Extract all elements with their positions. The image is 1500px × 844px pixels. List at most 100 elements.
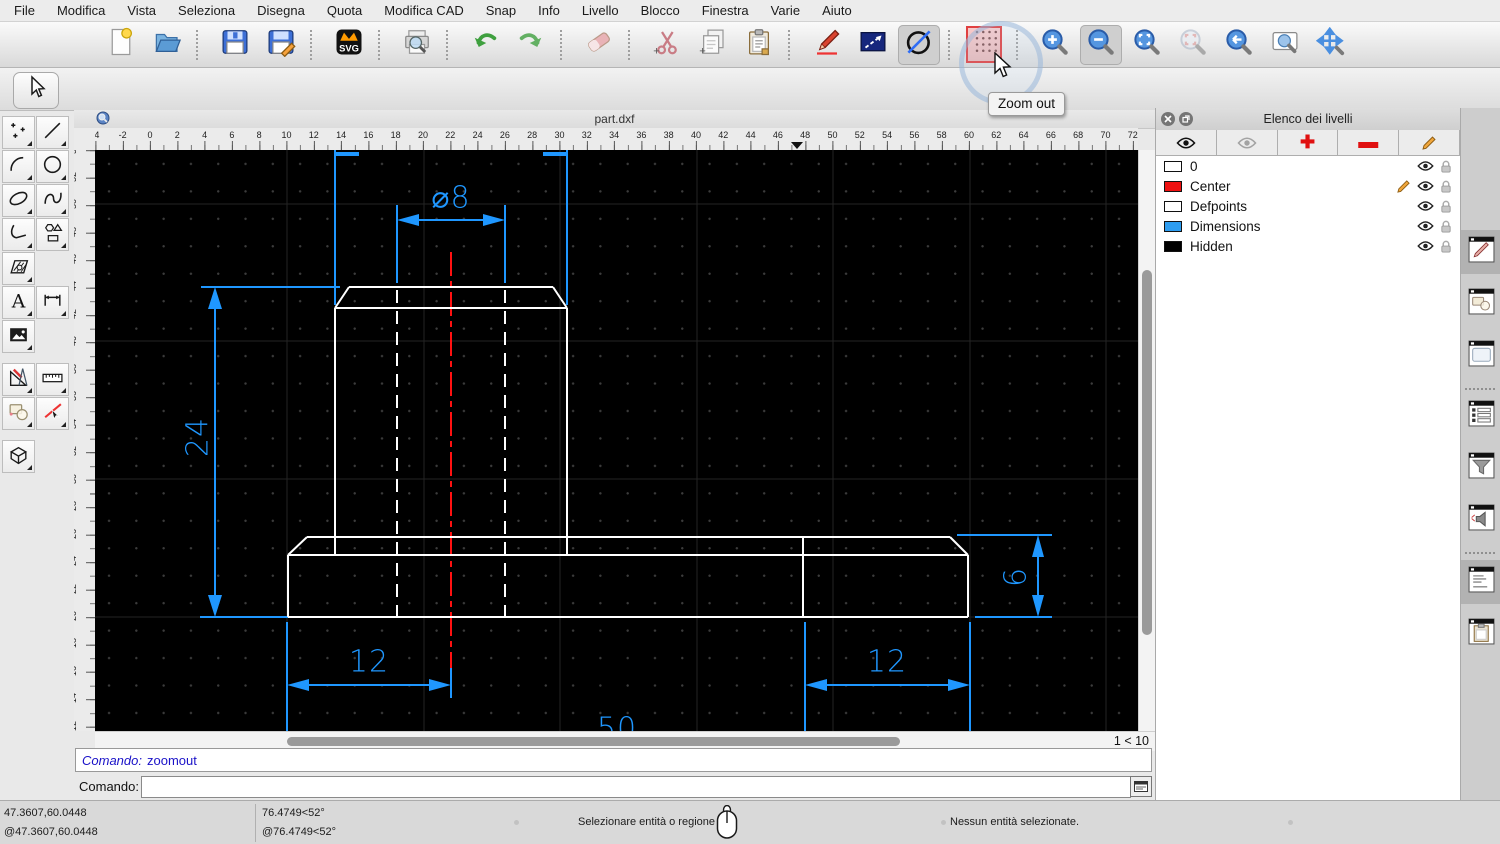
h-ruler-label: 60 xyxy=(963,130,975,140)
dock-command-line-button[interactable] xyxy=(1467,566,1495,596)
layer-row-dimensions[interactable]: Dimensions xyxy=(1156,216,1460,236)
open-button[interactable] xyxy=(146,25,188,65)
undo-button[interactable] xyxy=(464,25,506,65)
arc-tool-button[interactable] xyxy=(2,150,35,183)
keyboard-toggle-button[interactable] xyxy=(1130,776,1152,797)
text-tool-button[interactable]: A xyxy=(2,286,35,319)
menu-vista[interactable]: Vista xyxy=(127,3,156,18)
hatch-tool-button[interactable] xyxy=(2,252,35,285)
menu-livello[interactable]: Livello xyxy=(582,3,619,18)
menu-modifica-cad[interactable]: Modifica CAD xyxy=(384,3,463,18)
menu-quota[interactable]: Quota xyxy=(327,3,362,18)
zoom-previous-button[interactable] xyxy=(1172,25,1214,65)
panel-float-button[interactable] xyxy=(1179,112,1193,126)
polygon-tool-button[interactable] xyxy=(36,218,69,251)
toolbar-separator xyxy=(196,29,206,60)
hint-bullet xyxy=(941,820,946,825)
dock-entity-list-button[interactable] xyxy=(1467,400,1495,430)
dock-clipboard-button[interactable] xyxy=(1467,618,1495,648)
polyline-tool-button[interactable] xyxy=(2,218,35,251)
select-tool-button[interactable] xyxy=(13,72,59,109)
dock-library-browser-button[interactable] xyxy=(1467,340,1495,370)
layer-lock-icon[interactable] xyxy=(1440,219,1452,234)
menu-varie[interactable]: Varie xyxy=(771,3,800,18)
svg-export-button[interactable]: SVG xyxy=(328,25,370,65)
layer-visible-icon[interactable] xyxy=(1417,240,1434,252)
ellipse-tool-button[interactable] xyxy=(2,184,35,217)
drawing-canvas[interactable]: ⌀8 24 12 12 6 50 xyxy=(95,150,1138,731)
points-tool-button[interactable] xyxy=(2,116,35,149)
menu-finestra[interactable]: Finestra xyxy=(702,3,749,18)
vertical-scrollbar-thumb[interactable] xyxy=(1142,270,1152,635)
horizontal-scrollbar-thumb[interactable] xyxy=(287,737,900,746)
hide-all-layers-button[interactable] xyxy=(1216,130,1278,156)
circle-line-button[interactable] xyxy=(898,24,940,65)
line-tool-button[interactable] xyxy=(36,116,69,149)
layer-row-0[interactable]: 0 xyxy=(1156,156,1460,176)
attributes-tool-button[interactable] xyxy=(36,397,69,430)
layer-visible-icon[interactable] xyxy=(1417,180,1434,192)
h-ruler-label: 54 xyxy=(882,130,893,140)
print-preview-button[interactable] xyxy=(396,25,438,65)
paste-button[interactable] xyxy=(738,25,780,65)
redo-button[interactable] xyxy=(510,25,552,65)
zoom-pan-button[interactable] xyxy=(1310,25,1352,65)
remove-layer-button[interactable]: ▬ xyxy=(1338,130,1400,156)
save-button[interactable] xyxy=(214,25,256,65)
vertical-scrollbar[interactable] xyxy=(1138,150,1155,731)
measure-tool-button[interactable] xyxy=(36,363,69,396)
show-all-layers-button[interactable] xyxy=(1156,130,1217,156)
v-ruler-label: 26 xyxy=(74,528,78,539)
cut-button[interactable]: + xyxy=(646,25,688,65)
menu-aiuto[interactable]: Aiuto xyxy=(822,3,852,18)
dock-pen-palette-button[interactable] xyxy=(1467,504,1495,534)
panel-close-button[interactable] xyxy=(1161,112,1175,126)
zoom-back-button[interactable] xyxy=(1218,25,1260,65)
dock-selection-filter-button[interactable] xyxy=(1467,452,1495,482)
menu-file[interactable]: File xyxy=(14,3,35,18)
menu-disegna[interactable]: Disegna xyxy=(257,3,305,18)
save-as-button[interactable] xyxy=(260,25,302,65)
copy-button[interactable]: + xyxy=(692,25,734,65)
command-input[interactable] xyxy=(141,776,1131,798)
h-ruler-label: 12 xyxy=(308,130,319,140)
layer-row-defpoints[interactable]: Defpoints xyxy=(1156,196,1460,216)
dock-layer-list-button[interactable] xyxy=(1467,236,1495,266)
layer-row-center[interactable]: Center xyxy=(1156,176,1460,196)
modify-tool-button[interactable] xyxy=(2,363,35,396)
edit-layer-button[interactable] xyxy=(1399,130,1460,156)
circle-tool-button[interactable] xyxy=(36,150,69,183)
dock-block-list-button[interactable] xyxy=(1467,288,1495,318)
menu-blocco[interactable]: Blocco xyxy=(641,3,680,18)
zoom-auto-button[interactable] xyxy=(1126,25,1168,65)
layer-lock-icon[interactable] xyxy=(1440,159,1452,174)
layer-visible-icon[interactable] xyxy=(1417,200,1434,212)
window-zoom-icon[interactable] xyxy=(96,111,110,128)
delete-button[interactable] xyxy=(578,25,620,65)
dimension-tool-button[interactable] xyxy=(36,286,69,319)
layer-lock-icon[interactable] xyxy=(1440,199,1452,214)
zoom-window-button[interactable] xyxy=(1264,25,1306,65)
layer-visible-icon[interactable] xyxy=(1417,160,1434,172)
mouse-icon xyxy=(716,804,738,843)
layer-row-hidden[interactable]: Hidden xyxy=(1156,236,1460,256)
3d-box-tool-button[interactable] xyxy=(2,440,35,473)
menu-seleziona[interactable]: Seleziona xyxy=(178,3,235,18)
cut-icon: + xyxy=(652,27,682,62)
zoom-in-button[interactable] xyxy=(1034,25,1076,65)
layer-lock-icon[interactable] xyxy=(1440,179,1452,194)
left-click-hint: Selezionare entità o regione xyxy=(578,816,715,828)
new-button[interactable] xyxy=(100,25,142,65)
layer-lock-icon[interactable] xyxy=(1440,239,1452,254)
image-tool-button[interactable] xyxy=(2,320,35,353)
pen-edit-button[interactable] xyxy=(806,25,848,65)
spline-tool-button[interactable] xyxy=(36,184,69,217)
add-layer-button[interactable]: ✚ xyxy=(1277,130,1339,156)
menu-modifica[interactable]: Modifica xyxy=(57,3,105,18)
zoom-out-button[interactable] xyxy=(1080,24,1122,65)
menu-snap[interactable]: Snap xyxy=(486,3,516,18)
select-rect-button[interactable] xyxy=(852,25,894,65)
block-tool-button[interactable] xyxy=(2,397,35,430)
layer-visible-icon[interactable] xyxy=(1417,220,1434,232)
menu-info[interactable]: Info xyxy=(538,3,560,18)
